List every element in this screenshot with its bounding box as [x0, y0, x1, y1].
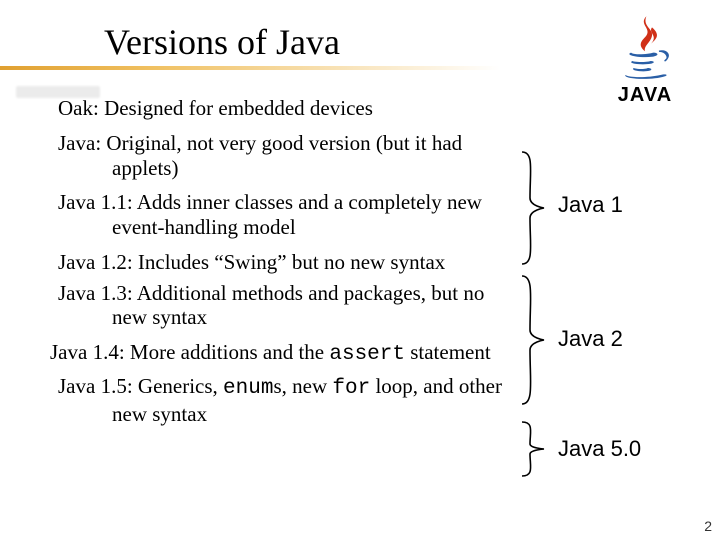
- item-java14: Java 1.4: More additions and the assert …: [50, 340, 508, 368]
- item-java15: Java 1.5: Generics, enums, new for loop,…: [58, 374, 508, 427]
- assert-keyword: assert: [329, 343, 405, 366]
- java-logo-text: JAVA: [600, 84, 690, 107]
- label-java5: Java 5.0: [558, 436, 641, 462]
- item-java12: Java 1.2: Includes “Swing” but no new sy…: [58, 250, 508, 275]
- item-java14-a: Java 1.4: More additions and the: [50, 340, 329, 364]
- curly-brace-icon: [518, 150, 548, 266]
- page-number: 2: [704, 518, 712, 534]
- title-underline: [0, 66, 500, 70]
- slide-root: Versions of Java JAVA Oak: Designed for …: [0, 0, 720, 540]
- item-java13: Java 1.3: Additional methods and package…: [58, 281, 508, 331]
- curly-brace-icon: [518, 274, 548, 406]
- label-java2: Java 2: [558, 326, 623, 352]
- body-content: Oak: Designed for embedded devices Java:…: [58, 96, 508, 436]
- item-java15-b: s, new: [273, 374, 332, 398]
- item-java11: Java 1.1: Adds inner classes and a compl…: [58, 190, 508, 240]
- item-java15-a: Java 1.5: Generics,: [58, 374, 223, 398]
- brace-java1: [518, 150, 548, 266]
- java-logo: JAVA: [600, 12, 690, 107]
- label-java1: Java 1: [558, 192, 623, 218]
- for-keyword: for: [332, 377, 370, 400]
- curly-brace-icon: [518, 420, 548, 478]
- brace-java2: [518, 274, 548, 406]
- item-oak: Oak: Designed for embedded devices: [58, 96, 508, 121]
- brace-java5: [518, 420, 548, 478]
- item-java0: Java: Original, not very good version (b…: [58, 131, 508, 181]
- java-logo-icon: [610, 12, 680, 82]
- item-java14-b: statement: [405, 340, 491, 364]
- enum-keyword: enum: [223, 377, 273, 400]
